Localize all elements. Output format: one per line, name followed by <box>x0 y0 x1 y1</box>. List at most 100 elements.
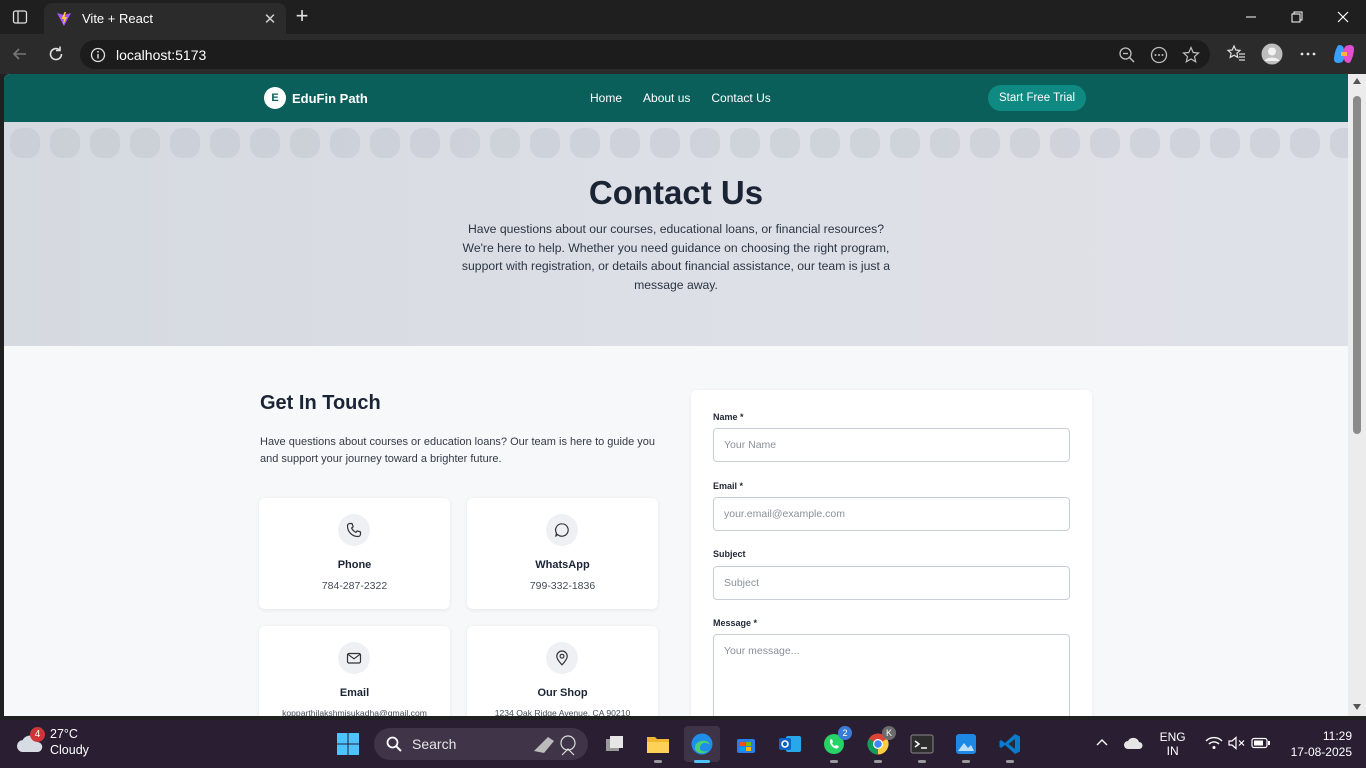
start-free-trial-button[interactable]: Start Free Trial <box>988 85 1086 111</box>
running-indicator <box>918 760 926 763</box>
name-input[interactable] <box>713 428 1070 462</box>
search-placeholder: Search <box>412 736 457 752</box>
phone-icon <box>338 514 370 546</box>
profile-avatar-icon[interactable] <box>1260 41 1284 67</box>
email-field-label: Email * <box>713 481 744 491</box>
start-button[interactable] <box>330 726 366 762</box>
hero-pattern-blob <box>1050 128 1080 158</box>
active-indicator <box>694 760 710 763</box>
email-input[interactable] <box>713 497 1070 531</box>
hero-pattern-blob <box>930 128 960 158</box>
hero-pattern-blob <box>130 128 160 158</box>
clock-time: 11:29 <box>1322 729 1352 743</box>
outlook-icon[interactable] <box>772 726 808 762</box>
region-code: IN <box>1166 744 1179 758</box>
onedrive-cloud-icon[interactable] <box>1115 736 1151 753</box>
message-label: Message * <box>713 618 758 628</box>
hero-pattern-blob <box>250 128 280 158</box>
hero-pattern-blob <box>170 128 200 158</box>
phone-value[interactable]: 784-287-2322 <box>259 580 450 592</box>
hero-pattern-blob <box>210 128 240 158</box>
get-in-touch-text: Have questions about courses or educatio… <box>260 436 656 465</box>
hero-pattern-blob <box>850 128 880 158</box>
email-label: Email <box>339 687 370 699</box>
page-scrollbar[interactable] <box>1348 74 1366 716</box>
hero-pattern-blob <box>1290 128 1320 158</box>
hero-pattern-blob <box>1330 128 1348 158</box>
mail-icon <box>338 642 370 674</box>
search-highlight-icon <box>534 735 576 756</box>
whatsapp-value[interactable]: 799-332-1836 <box>467 580 658 592</box>
hero-pattern-blob <box>570 128 600 158</box>
hero-pattern-blob <box>490 128 520 158</box>
hero-pattern-blob <box>1170 128 1200 158</box>
hero-pattern-blob <box>1210 128 1240 158</box>
whatsapp-card: WhatsApp 799-332-1836 <box>467 498 658 609</box>
hero-pattern-blob <box>1130 128 1160 158</box>
weather-widget[interactable]: 4 27°C Cloudy <box>14 726 89 758</box>
restore-icon[interactable] <box>1274 0 1320 34</box>
tab-actions-icon[interactable] <box>8 6 32 28</box>
show-hidden-icons-icon[interactable] <box>1089 737 1115 752</box>
whatsapp-badge: 2 <box>838 726 852 740</box>
zoom-out-icon[interactable] <box>1116 44 1138 66</box>
store-icon[interactable] <box>728 726 764 762</box>
volume-muted-icon[interactable] <box>1225 735 1249 753</box>
address-bar[interactable]: localhost:5173 <box>80 40 1210 69</box>
file-explorer-icon[interactable] <box>640 726 676 763</box>
site-info-icon[interactable] <box>90 47 106 63</box>
hero-pattern-blob <box>1010 128 1040 158</box>
hero-pattern-blob <box>410 128 440 158</box>
hero-pattern-blob <box>50 128 80 158</box>
shop-card: Our Shop 1234 Oak Ridge Avenue, CA 90210 <box>467 626 658 716</box>
subject-label: Subject <box>713 549 746 559</box>
photos-app-icon[interactable] <box>948 726 984 763</box>
brand[interactable]: E EduFin Path <box>264 87 368 109</box>
minimize-icon[interactable] <box>1228 0 1274 34</box>
clock[interactable]: 11:29 17-08-2025 <box>1291 728 1352 760</box>
settings-more-icon[interactable] <box>1296 41 1320 67</box>
scroll-up-arrow-icon[interactable] <box>1353 78 1361 84</box>
nav-link-home[interactable]: Home <box>590 91 622 105</box>
nav-link-contact[interactable]: Contact Us <box>711 91 770 105</box>
edge-browser-icon[interactable] <box>684 726 720 763</box>
hero-pattern-blob <box>610 128 640 158</box>
temperature: 27°C <box>50 727 78 741</box>
favorite-star-icon[interactable] <box>1180 44 1202 66</box>
wifi-icon[interactable] <box>1203 736 1225 753</box>
new-tab-icon[interactable]: + <box>290 5 314 29</box>
favorites-icon[interactable] <box>1224 41 1248 67</box>
copilot-icon[interactable] <box>1332 41 1356 67</box>
subject-input[interactable] <box>713 566 1070 600</box>
back-icon[interactable] <box>8 42 32 66</box>
shop-value: 1234 Oak Ridge Avenue, CA 90210 <box>494 708 631 716</box>
browser-tab[interactable]: Vite + React ✕ <box>44 3 286 34</box>
battery-icon[interactable] <box>1249 737 1273 752</box>
hero-pattern-blob <box>530 128 560 158</box>
email-value[interactable]: kopparthilakshmisukadha@gmail.com <box>259 708 450 716</box>
nav-link-about[interactable]: About us <box>643 91 690 105</box>
site-navbar: E EduFin Path Home About us Contact Us S… <box>4 74 1348 122</box>
scroll-down-arrow-icon[interactable] <box>1353 704 1361 710</box>
chrome-profile-badge: K <box>882 726 896 740</box>
close-window-icon[interactable] <box>1320 0 1366 34</box>
refresh-icon[interactable] <box>44 42 68 66</box>
language-indicator[interactable]: ENG IN <box>1151 730 1195 758</box>
scroll-thumb[interactable] <box>1353 96 1361 434</box>
hero-pattern-blob <box>90 128 120 158</box>
hero-description: Have questions about our courses, educat… <box>461 222 891 292</box>
whatsapp-icon[interactable]: 2 <box>816 726 852 763</box>
hero-pattern-blob <box>970 128 1000 158</box>
more-page-actions-icon[interactable] <box>1148 44 1170 66</box>
nav-links: Home About us Contact Us <box>590 91 771 105</box>
terminal-icon[interactable] <box>904 726 940 763</box>
message-textarea[interactable] <box>713 634 1070 716</box>
taskbar: 4 27°C Cloudy Search 2 K ENG IN 11:29 17… <box>0 720 1366 768</box>
vscode-icon[interactable] <box>992 726 1028 763</box>
brand-name: EduFin Path <box>292 90 368 106</box>
chat-icon <box>546 514 578 546</box>
task-view-icon[interactable] <box>596 726 632 762</box>
close-tab-icon[interactable]: ✕ <box>262 10 278 28</box>
chrome-icon[interactable]: K <box>860 726 896 763</box>
taskbar-search[interactable]: Search <box>374 728 588 760</box>
